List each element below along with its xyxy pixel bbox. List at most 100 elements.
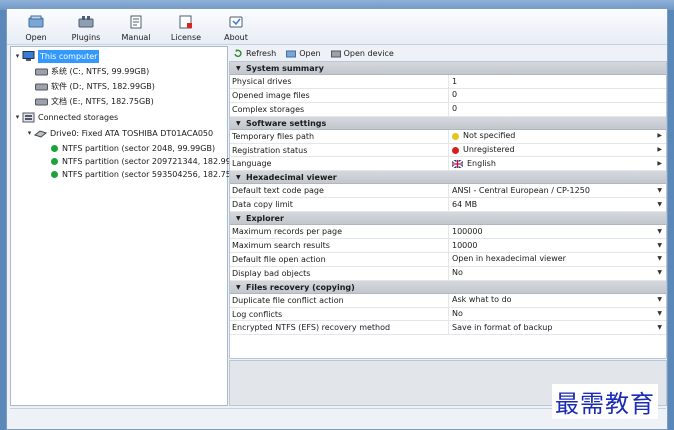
plugins-icon	[77, 14, 95, 30]
expand-arrow-icon[interactable]: ▾	[25, 127, 34, 140]
license-button[interactable]: License	[161, 9, 211, 45]
tree-label-partition: NTFS partition (sector 593504256, 182.75…	[62, 170, 246, 179]
properties-toolbar: Refresh Open Open device	[229, 46, 667, 60]
section-header-hex-viewer[interactable]: ▼ Hexadecimal viewer	[230, 171, 666, 185]
collapse-caret-icon[interactable]: ▼	[236, 117, 246, 129]
storage-tree-panel: ▾ This computer 系统 (C:, NTFS, 99.99GB) 软…	[10, 46, 246, 406]
manual-label: Manual	[121, 33, 151, 42]
open-file-button[interactable]: Open	[286, 48, 321, 58]
expand-arrow-icon[interactable]: ▶	[657, 157, 662, 171]
property-row-temp-path[interactable]: Temporary files path Not specified ▶	[230, 129, 666, 144]
tree-label-drive0: Drive0: Fixed ATA TOSHIBA DT01ACA050	[50, 129, 214, 138]
tree-label-drive: 文档 (E:, NTFS, 182.75GB)	[51, 97, 154, 106]
properties-panel: Refresh Open Open device ▼ System summary…	[229, 46, 667, 406]
property-row[interactable]: Opened image files 0	[230, 88, 666, 103]
refresh-button[interactable]: Refresh	[233, 48, 277, 58]
plugins-button[interactable]: Plugins	[61, 9, 111, 45]
property-row-max-search[interactable]: Maximum search results 10000 ▼	[230, 239, 666, 253]
open-device-button[interactable]: Open device	[330, 48, 394, 58]
partition-status-icon	[51, 145, 58, 152]
tree-item-this-computer[interactable]: ▾ This computer	[13, 50, 100, 63]
open-device-label: Open device	[343, 48, 394, 58]
tree-item-drive-d[interactable]: 软件 (D:, NTFS, 182.99GB)	[35, 80, 155, 93]
expand-arrow-icon[interactable]: ▾	[13, 50, 22, 63]
dropdown-arrow-icon[interactable]: ▼	[657, 321, 662, 335]
dropdown-arrow-icon[interactable]: ▼	[657, 184, 662, 198]
open-label: Open	[25, 33, 47, 42]
property-row-copy-limit[interactable]: Data copy limit 64 MB ▼	[230, 198, 666, 213]
open-file-label: Open	[299, 48, 321, 58]
tree-item-drive-e[interactable]: 文档 (E:, NTFS, 182.75GB)	[35, 95, 154, 108]
warning-status-icon	[452, 132, 459, 140]
uk-flag-icon	[452, 159, 463, 168]
tree-item-connected-storages[interactable]: ▾ Connected storages	[13, 111, 118, 124]
hard-drive-icon	[35, 66, 48, 77]
refresh-icon	[233, 48, 243, 58]
open-button[interactable]: Open	[11, 9, 61, 45]
license-icon	[177, 14, 195, 30]
dropdown-arrow-icon[interactable]: ▼	[657, 239, 662, 253]
collapse-caret-icon[interactable]: ▼	[236, 281, 246, 293]
property-row-efs-method[interactable]: Encrypted NTFS (EFS) recovery method Save…	[230, 321, 666, 336]
property-row-code-page[interactable]: Default text code page ANSI - Central Eur…	[230, 184, 666, 199]
tree-label-partition: NTFS partition (sector 2048, 99.99GB)	[62, 144, 216, 153]
property-row-bad-objects[interactable]: Display bad objects No ▼	[230, 266, 666, 281]
expand-arrow-icon[interactable]: ▶	[657, 143, 662, 157]
dropdown-arrow-icon[interactable]: ▼	[657, 252, 662, 266]
refresh-label: Refresh	[246, 48, 277, 58]
property-row-duplicate-conflict[interactable]: Duplicate file conflict action Ask what t…	[230, 293, 666, 308]
hard-drive-icon	[35, 96, 48, 107]
about-icon	[227, 14, 245, 30]
app-window: Open Plugins Manual License About ▾ This…	[6, 8, 668, 430]
property-row-log-conflicts[interactable]: Log conflicts No ▼	[230, 307, 666, 322]
watermark-text: 最需教育	[552, 384, 658, 419]
tree-label-partition: NTFS partition (sector 209721344, 182.99…	[62, 157, 246, 166]
tree-item-partition-1[interactable]: NTFS partition (sector 2048, 99.99GB)	[51, 142, 215, 155]
tree-item-partition-2[interactable]: NTFS partition (sector 209721344, 182.99…	[51, 155, 246, 168]
property-row-language[interactable]: Language English ▶	[230, 157, 666, 172]
dropdown-arrow-icon[interactable]: ▼	[657, 266, 662, 280]
section-header-software-settings[interactable]: ▼ Software settings	[230, 116, 666, 130]
tree-label-this-computer: This computer	[38, 50, 100, 63]
manual-icon	[127, 14, 145, 30]
property-row-max-records[interactable]: Maximum records per page 100000 ▼	[230, 225, 666, 240]
dropdown-arrow-icon[interactable]: ▼	[657, 293, 662, 307]
tree-label-connected-storages: Connected storages	[38, 113, 119, 122]
license-label: License	[170, 33, 202, 42]
about-button[interactable]: About	[211, 9, 261, 45]
property-row[interactable]: Complex storages 0	[230, 102, 666, 117]
dropdown-arrow-icon[interactable]: ▼	[657, 307, 662, 321]
section-header-system-summary[interactable]: ▼ System summary	[230, 62, 666, 75]
dropdown-arrow-icon[interactable]: ▼	[657, 225, 662, 239]
open-icon	[27, 14, 45, 30]
physical-disk-icon	[34, 128, 47, 139]
property-row-registration[interactable]: Registration status Unregistered ▶	[230, 143, 666, 158]
section-header-files-recovery[interactable]: ▼ Files recovery (copying)	[230, 280, 666, 294]
expand-arrow-icon[interactable]: ▶	[657, 129, 662, 143]
section-header-explorer[interactable]: ▼ Explorer	[230, 212, 666, 226]
tree-item-drive-c[interactable]: 系统 (C:, NTFS, 99.99GB)	[35, 65, 149, 78]
property-row-open-action[interactable]: Default file open action Open in hexadeci…	[230, 252, 666, 267]
property-grid: ▼ System summary Physical drives 1 Opened …	[229, 61, 667, 359]
tree-item-drive0[interactable]: ▾ Drive0: Fixed ATA TOSHIBA DT01ACA050	[25, 127, 213, 140]
collapse-caret-icon[interactable]: ▼	[236, 171, 246, 183]
tree-item-partition-3[interactable]: NTFS partition (sector 593504256, 182.75…	[51, 168, 246, 181]
storage-icon	[22, 112, 35, 123]
property-row[interactable]: Physical drives 1	[230, 75, 666, 89]
tree-label-drive: 系统 (C:, NTFS, 99.99GB)	[51, 67, 150, 76]
main-toolbar: Open Plugins Manual License About	[7, 9, 667, 45]
partition-status-icon	[51, 158, 58, 165]
computer-icon	[22, 51, 35, 62]
plugins-label: Plugins	[71, 33, 101, 42]
expand-arrow-icon[interactable]: ▾	[13, 111, 22, 124]
collapse-caret-icon[interactable]: ▼	[236, 212, 246, 224]
partition-status-icon	[51, 171, 58, 178]
open-device-icon	[330, 49, 341, 58]
tree-label-drive: 软件 (D:, NTFS, 182.99GB)	[51, 82, 155, 91]
manual-button[interactable]: Manual	[111, 9, 161, 45]
dropdown-arrow-icon[interactable]: ▼	[657, 198, 662, 212]
about-label: About	[224, 33, 248, 42]
open-file-icon	[286, 49, 297, 58]
hard-drive-icon	[35, 81, 48, 92]
collapse-caret-icon[interactable]: ▼	[236, 62, 246, 74]
